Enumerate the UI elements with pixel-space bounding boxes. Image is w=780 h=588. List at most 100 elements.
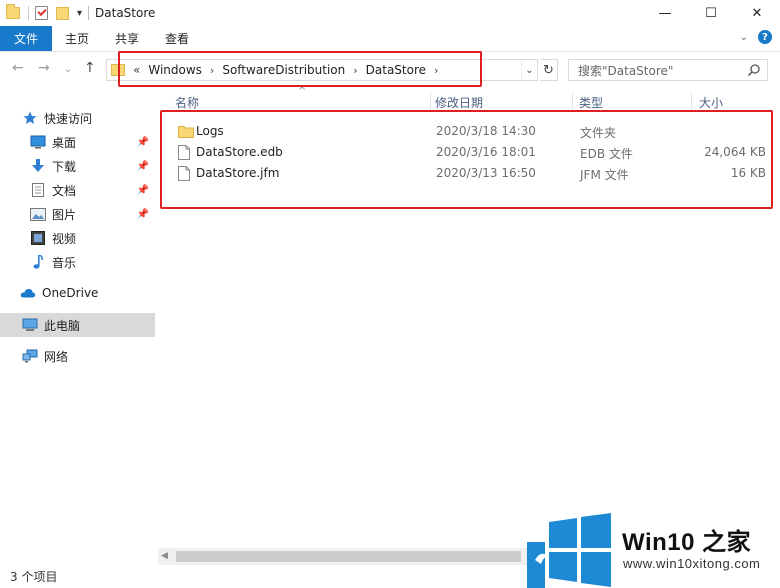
column-header-date[interactable]: 修改日期	[435, 94, 483, 111]
music-icon	[30, 255, 46, 269]
sidebar-item-label: 下载	[52, 159, 77, 174]
tab-view[interactable]: 查看	[152, 26, 202, 51]
sidebar-item-label: 此电脑	[44, 318, 81, 333]
maximize-button[interactable]: ☐	[688, 0, 734, 26]
navigation-pane: 快速访问 桌面 📌 下载 📌 文档 📌 图片 📌 视频 音乐 OneDrive …	[0, 100, 155, 545]
file-date: 2020/3/13 16:50	[436, 166, 536, 180]
address-bar[interactable]: « Windows › SoftwareDistribution › DataS…	[106, 59, 538, 81]
file-type: JFM 文件	[580, 168, 629, 182]
pin-icon[interactable]: 📌	[137, 137, 149, 148]
network-icon	[22, 349, 38, 363]
scroll-left-icon[interactable]: ◀	[161, 551, 168, 561]
file-name: DataStore.jfm	[196, 166, 280, 180]
file-icon	[178, 145, 190, 163]
file-size: 24,064 KB	[704, 145, 766, 159]
pin-icon[interactable]: 📌	[137, 209, 149, 220]
recent-locations-icon[interactable]: ⌄	[64, 64, 72, 75]
column-divider[interactable]	[430, 92, 431, 112]
watermark-brand: Win10 之家	[622, 529, 752, 556]
sidebar-item-network[interactable]: 网络	[0, 344, 155, 368]
breadcrumb-windows[interactable]: Windows	[148, 63, 202, 77]
chevron-right-icon[interactable]: ›	[210, 64, 214, 77]
file-name: Logs	[196, 124, 224, 138]
up-arrow-icon[interactable]: ↑	[84, 60, 96, 76]
sidebar-item-label: 文档	[52, 183, 77, 198]
sidebar-item-label: 网络	[44, 349, 69, 364]
file-row[interactable]: DataStore.edb 2020/3/16 18:01 EDB 文件 24,…	[170, 143, 770, 163]
chevron-right-icon[interactable]: ›	[353, 64, 357, 77]
file-date: 2020/3/18 14:30	[436, 124, 536, 138]
pin-icon[interactable]: 📌	[137, 185, 149, 196]
sidebar-item-pictures[interactable]: 图片 📌	[0, 202, 155, 226]
status-item-count: 3 个项目	[10, 570, 58, 584]
file-row[interactable]: DataStore.jfm 2020/3/13 16:50 JFM 文件 16 …	[170, 164, 770, 184]
breadcrumb-overflow[interactable]: «	[133, 63, 140, 77]
column-divider[interactable]	[572, 92, 573, 112]
sidebar-item-downloads[interactable]: 下载 📌	[0, 154, 155, 178]
video-icon	[30, 231, 46, 245]
computer-icon	[22, 318, 38, 332]
column-header-size[interactable]: 大小	[699, 94, 723, 111]
tab-file[interactable]: 文件	[0, 26, 53, 51]
quick-access-toolbar: ▾	[0, 0, 95, 26]
divider	[88, 6, 90, 20]
sidebar-item-label: OneDrive	[42, 286, 99, 300]
column-header-type[interactable]: 类型	[579, 94, 603, 111]
column-headers: ^ 名称 修改日期 类型 大小	[158, 86, 780, 112]
download-icon	[30, 159, 46, 173]
window-title: DataStore	[95, 6, 156, 20]
scrollbar-thumb[interactable]	[176, 551, 521, 562]
sidebar-item-onedrive[interactable]: OneDrive	[0, 281, 155, 305]
horizontal-scrollbar[interactable]: ◀	[158, 548, 528, 565]
sidebar-item-this-pc[interactable]: 此电脑	[0, 313, 155, 337]
watermark: Win10 之家 www.win10xitong.com	[527, 512, 780, 588]
search-icon[interactable]	[747, 63, 761, 77]
column-header-name[interactable]: 名称	[175, 94, 199, 111]
folder-icon	[6, 4, 20, 19]
cloud-icon	[20, 286, 36, 300]
desktop-icon	[30, 135, 46, 149]
file-row[interactable]: Logs 2020/3/18 14:30 文件夹	[170, 122, 770, 142]
watermark-url: www.win10xitong.com	[623, 556, 761, 571]
search-input[interactable]: 搜索"DataStore"	[568, 59, 768, 81]
folder-icon	[111, 64, 125, 76]
document-icon	[30, 183, 46, 197]
tab-home[interactable]: 主页	[52, 26, 102, 51]
help-icon[interactable]: ?	[758, 30, 772, 44]
expand-ribbon-icon[interactable]: ⌄	[740, 32, 748, 43]
new-folder-icon[interactable]	[56, 6, 69, 20]
minimize-button[interactable]: —	[642, 0, 688, 26]
column-divider[interactable]	[691, 92, 692, 112]
sidebar-item-label: 视频	[52, 231, 77, 246]
chevron-right-icon[interactable]: ›	[434, 64, 438, 77]
file-type: EDB 文件	[580, 147, 633, 161]
star-icon	[22, 111, 38, 125]
ribbon-tabs: 文件 主页 共享 查看 ⌄ ?	[0, 26, 780, 52]
sidebar-item-music[interactable]: 音乐	[0, 250, 155, 274]
address-dropdown-icon[interactable]: ⌄	[521, 60, 537, 80]
divider	[28, 6, 29, 20]
file-size: 16 KB	[730, 166, 766, 180]
properties-icon[interactable]	[35, 6, 48, 20]
refresh-button[interactable]: ↻	[540, 59, 558, 81]
file-name: DataStore.edb	[196, 145, 283, 159]
breadcrumb-datastore[interactable]: DataStore	[366, 63, 426, 77]
sort-up-icon: ^	[298, 86, 307, 97]
sidebar-item-desktop[interactable]: 桌面 📌	[0, 130, 155, 154]
search-placeholder: 搜索"DataStore"	[578, 63, 674, 78]
forward-arrow-icon[interactable]: →	[38, 60, 50, 76]
sidebar-item-videos[interactable]: 视频	[0, 226, 155, 250]
folder-icon	[178, 124, 194, 141]
sidebar-item-label: 快速访问	[44, 111, 93, 126]
pin-icon[interactable]: 📌	[137, 161, 149, 172]
breadcrumb-softwaredistribution[interactable]: SoftwareDistribution	[222, 63, 345, 77]
sidebar-item-quick-access[interactable]: 快速访问	[0, 106, 155, 130]
sidebar-item-label: 桌面	[52, 135, 77, 150]
sidebar-item-label: 图片	[52, 207, 77, 222]
back-arrow-icon[interactable]: ←	[12, 60, 24, 76]
tab-share[interactable]: 共享	[102, 26, 152, 51]
sidebar-item-documents[interactable]: 文档 📌	[0, 178, 155, 202]
close-button[interactable]: ✕	[734, 0, 780, 26]
title-bar: ▾ DataStore — ☐ ✕	[0, 0, 780, 26]
chevron-down-icon[interactable]: ▾	[77, 8, 82, 19]
